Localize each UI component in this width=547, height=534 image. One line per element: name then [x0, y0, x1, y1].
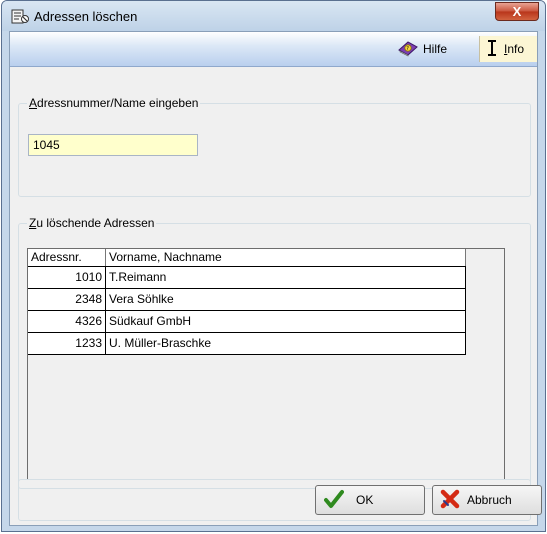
search-group-label: Adressnummer/Name eingeben: [27, 96, 201, 110]
list-rows: 1010 T.Reimann 2348 Vera Söhlke 4326 Süd…: [28, 267, 466, 355]
info-label: Info: [504, 42, 525, 56]
address-book-delete-icon: [10, 7, 30, 25]
address-search-input[interactable]: [28, 134, 198, 156]
info-cursor-icon: [486, 39, 498, 60]
column-header-adressnr[interactable]: Adressnr.: [28, 249, 106, 266]
table-row[interactable]: 4326 Südkauf GmbH: [28, 311, 466, 333]
address-number-cell: 1233: [28, 333, 106, 354]
close-button[interactable]: X: [495, 2, 539, 21]
window-title: Adressen löschen: [34, 9, 138, 24]
checkmark-icon: [324, 489, 344, 512]
help-label: Hilfe: [423, 42, 448, 56]
info-button[interactable]: Info: [479, 36, 537, 62]
svg-text:?: ?: [406, 46, 409, 52]
cancel-label: Abbruch: [467, 493, 512, 507]
button-panel: OK Abbruch: [18, 479, 542, 521]
red-x-icon: [439, 489, 461, 512]
address-number-cell: 2348: [28, 289, 106, 310]
address-name-cell: Südkauf GmbH: [106, 311, 466, 332]
table-row[interactable]: 1010 T.Reimann: [28, 267, 466, 289]
delete-list-group: Zu löschende Adressen Adressnr. Vorname,…: [18, 216, 531, 489]
dialog-window: Adressen löschen X ? Hilfe Info Adressnu…: [1, 0, 546, 532]
address-name-cell: T.Reimann: [106, 267, 466, 288]
table-row[interactable]: 2348 Vera Söhlke: [28, 289, 466, 311]
address-name-cell: Vera Söhlke: [106, 289, 466, 310]
column-header-name[interactable]: Vorname, Nachname: [106, 249, 466, 266]
help-button[interactable]: ? Hilfe: [397, 39, 447, 59]
help-book-icon: ?: [397, 39, 419, 60]
address-number-cell: 1010: [28, 267, 106, 288]
ok-label: OK: [356, 493, 374, 507]
title-bar[interactable]: Adressen löschen X: [2, 1, 545, 31]
delete-list-group-label: Zu löschende Adressen: [27, 216, 157, 230]
dialog-client: ? Hilfe Info Adressnummer/Name eingeben: [9, 31, 542, 526]
address-number-cell: 4326: [28, 311, 106, 332]
list-header: Adressnr. Vorname, Nachname: [28, 249, 466, 267]
address-name-cell: U. Müller-Braschke: [106, 333, 466, 354]
table-row[interactable]: 1233 U. Müller-Braschke: [28, 333, 466, 355]
ok-button[interactable]: OK: [315, 485, 425, 515]
cancel-button[interactable]: Abbruch: [432, 485, 542, 515]
toolbar: ? Hilfe Info: [10, 32, 537, 67]
address-list[interactable]: Adressnr. Vorname, Nachname 1010 T.Reima…: [27, 248, 505, 480]
